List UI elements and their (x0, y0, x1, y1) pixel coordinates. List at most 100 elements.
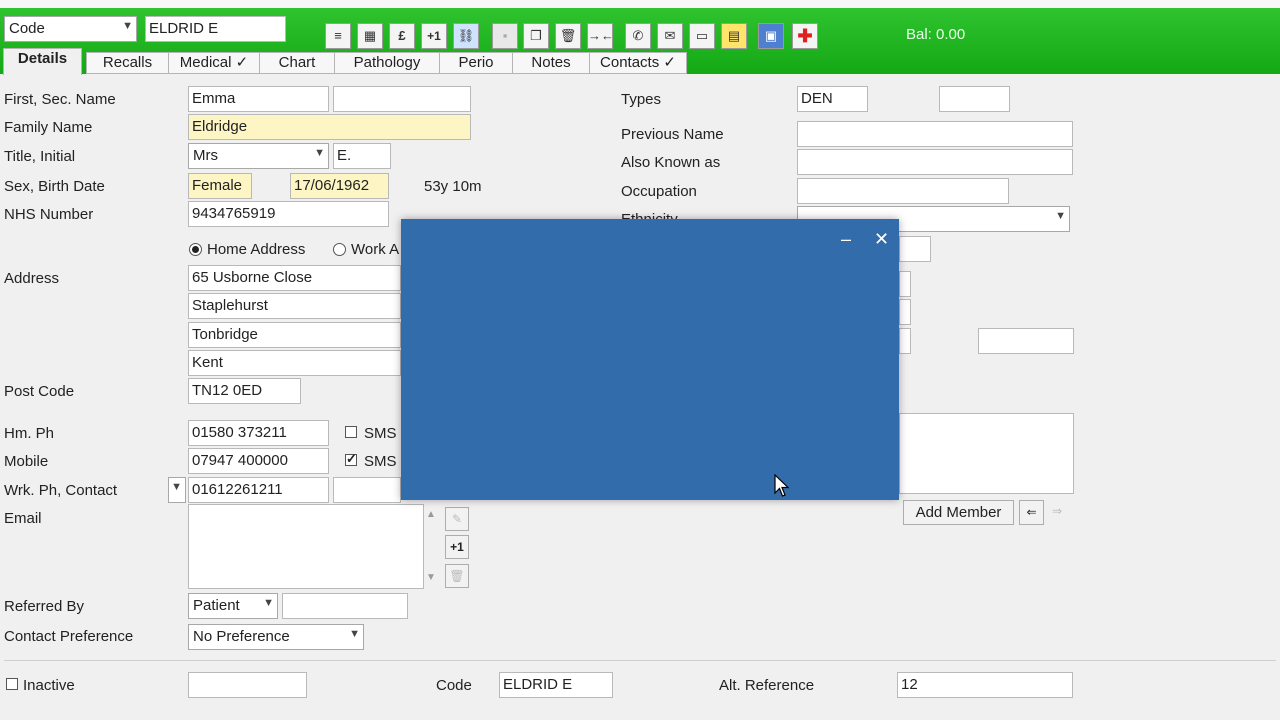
merge-icon[interactable]: →← (587, 23, 614, 49)
inactive-input[interactable] (188, 672, 307, 698)
minimize-button[interactable]: – (841, 229, 851, 250)
blank-popup-window[interactable]: – ✕ (401, 219, 899, 500)
sex-input[interactable]: Female (188, 173, 252, 199)
copy-document-icon[interactable]: ❐ (523, 23, 549, 49)
add-member-button[interactable]: Add Member (903, 500, 1014, 525)
chevron-down-icon: ▼ (263, 597, 274, 609)
code-select[interactable]: Code ▼ (4, 16, 137, 42)
right-field-d[interactable] (899, 328, 911, 354)
chevron-down-icon: ▼ (349, 628, 360, 640)
contact-preference-select[interactable]: No Preference ▼ (188, 624, 364, 650)
sex-birth-label: Sex, Birth Date (4, 178, 105, 195)
chevron-down-icon: ▼ (122, 20, 133, 32)
mobile-sms-label: SMS (364, 453, 397, 470)
import-member-icon[interactable]: ⇐ (1019, 500, 1044, 525)
scroll-down-icon[interactable]: ▼ (426, 572, 436, 583)
tab-medical[interactable]: Medical ✓ (168, 52, 260, 74)
tab-perio[interactable]: Perio (439, 52, 513, 74)
close-button[interactable]: ✕ (874, 229, 889, 250)
mobile-input[interactable]: 07947 400000 (188, 448, 329, 474)
initial-input[interactable]: E. (333, 143, 391, 169)
right-field-e[interactable] (978, 328, 1074, 354)
work-phone-label: Wrk. Ph, Contact (4, 482, 118, 499)
medical-alert-icon[interactable]: ✚ (792, 23, 818, 49)
address-line-4[interactable]: Kent (188, 350, 401, 376)
alt-reference-label: Alt. Reference (719, 677, 815, 694)
referred-by-input[interactable] (282, 593, 408, 619)
tab-details[interactable]: Details (3, 48, 82, 75)
occupation-input[interactable] (797, 178, 1009, 204)
tab-contacts[interactable]: Contacts ✓ (589, 52, 687, 74)
email-textarea[interactable] (188, 504, 424, 589)
birth-date-input[interactable]: 17/06/1962 (290, 173, 389, 199)
sticky-note-icon[interactable]: ▤ (721, 23, 747, 49)
home-address-radio[interactable] (189, 243, 202, 256)
save-icon[interactable]: ▪ (492, 23, 518, 49)
chevron-down-icon: ▼ (171, 481, 182, 493)
pound-button[interactable]: £ (389, 23, 415, 49)
work-phone-dropdown[interactable]: ▼ (168, 477, 186, 503)
nhs-number-input[interactable]: 9434765919 (188, 201, 389, 227)
letter-edit-icon[interactable]: ✉ (657, 23, 683, 49)
right-field-c[interactable] (899, 299, 911, 325)
mouse-cursor-icon (774, 474, 790, 497)
align-left-icon[interactable]: ≡ (325, 23, 351, 49)
right-field-b[interactable] (899, 271, 911, 297)
export-member-icon[interactable]: ⇒ (1052, 504, 1062, 518)
window-icon[interactable]: ▣ (758, 23, 784, 49)
contact-preference-label: Contact Preference (4, 628, 134, 645)
edit-email-icon[interactable]: ✎ (445, 507, 469, 531)
second-name-input[interactable] (333, 86, 471, 112)
printer-icon[interactable]: ▦ (357, 23, 383, 49)
alt-reference-input[interactable]: 12 (897, 672, 1073, 698)
tab-notes[interactable]: Notes (512, 52, 590, 74)
bottom-code-input[interactable]: ELDRID E (499, 672, 613, 698)
previous-name-input[interactable] (797, 121, 1073, 147)
home-address-label: Home Address (207, 241, 306, 258)
address-line-1[interactable]: 65 Usborne Close (188, 265, 401, 291)
inactive-label: Inactive (23, 677, 75, 694)
contact-input[interactable] (333, 477, 401, 503)
scroll-up-icon[interactable]: ▲ (426, 509, 436, 520)
first-name-input[interactable]: Emma (188, 86, 329, 112)
add-email-button[interactable]: +1 (445, 535, 469, 559)
home-phone-input[interactable]: 01580 373211 (188, 420, 329, 446)
referred-by-label: Referred By (4, 598, 85, 615)
ethnicity-label: Ethnicity (621, 211, 678, 219)
tab-chart[interactable]: Chart (259, 52, 335, 74)
age-text: 53y 10m (424, 178, 482, 195)
title-initial-label: Title, Initial (4, 148, 76, 165)
tab-pathology[interactable]: Pathology (334, 52, 440, 74)
card-icon[interactable]: ▭ (689, 23, 715, 49)
referred-by-value: Patient (193, 597, 240, 614)
home-sms-checkbox[interactable] (345, 426, 357, 438)
phone-icon[interactable]: ✆ (625, 23, 651, 49)
link-icon[interactable]: ⛓ (453, 23, 479, 49)
code-select-value: Code (9, 20, 45, 37)
previous-name-label: Previous Name (621, 126, 724, 143)
home-phone-label: Hm. Ph (4, 425, 55, 442)
address-line-2[interactable]: Staplehurst (188, 293, 401, 319)
plus-one-button[interactable]: +1 (421, 23, 447, 49)
inactive-checkbox[interactable] (6, 678, 18, 690)
title-select[interactable]: Mrs ▼ (188, 143, 329, 169)
referred-by-select[interactable]: Patient ▼ (188, 593, 278, 619)
types-extra-input[interactable] (939, 86, 1010, 112)
also-known-as-input[interactable] (797, 149, 1073, 175)
types-input[interactable]: DEN (797, 86, 868, 112)
trash-icon[interactable]: 🗑 (555, 23, 581, 49)
work-address-radio[interactable] (333, 243, 346, 256)
family-name-input[interactable]: Eldridge (188, 114, 471, 140)
address-line-3[interactable]: Tonbridge (188, 322, 401, 348)
tab-recalls[interactable]: Recalls (86, 52, 169, 74)
post-code-input[interactable]: TN12 0ED (188, 378, 301, 404)
work-phone-input[interactable]: 01612261211 (188, 477, 329, 503)
chevron-down-icon: ▼ (1055, 210, 1066, 222)
delete-email-icon[interactable]: 🗑 (445, 564, 469, 588)
family-members-list[interactable] (899, 413, 1074, 494)
right-field-a[interactable] (899, 236, 931, 262)
work-address-label: Work A (351, 241, 400, 258)
mobile-sms-checkbox[interactable] (345, 451, 357, 467)
nhs-number-label: NHS Number (4, 206, 94, 223)
patient-code-input[interactable]: ELDRID E (145, 16, 286, 42)
